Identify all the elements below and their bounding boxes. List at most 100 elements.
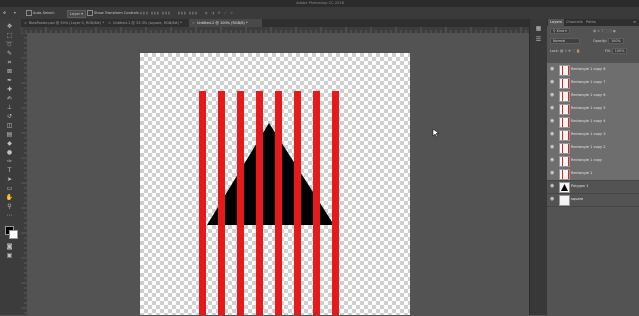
path-selection-tool-icon[interactable]: ➤ <box>5 176 14 183</box>
layer-row[interactable]: ◉ square <box>547 193 639 207</box>
layer-name: Rectangle 1 copy <box>571 158 603 162</box>
tools-panel: ✥ ⬚ ➰ ✎ ⌗ ⊠ ✒ ✚ ✍ ⊥ ↺ ◫ ▤ ◆ ● ✑ T ➤ ▭ ✋ … <box>0 19 22 315</box>
layer-row[interactable]: ◉ Rectangle 1 copy 8 <box>547 63 639 77</box>
red-stripe <box>275 91 282 315</box>
tab-paths[interactable]: Paths <box>584 19 598 26</box>
layer-row[interactable]: ◉ Rectangle 1 copy 2 <box>547 141 639 155</box>
collapsed-panels: ▦ ☰ <box>529 19 548 315</box>
thumbnail-stripes <box>562 144 569 153</box>
tab-channels[interactable]: Channels <box>564 19 585 26</box>
eraser-tool-icon[interactable]: ◫ <box>5 122 14 129</box>
close-icon[interactable]: × <box>108 21 111 25</box>
tab-untitled-1[interactable]: × Untitled-1 @ 33.3% (square, RGB/8#) * <box>105 19 188 27</box>
eye-icon[interactable]: ◉ <box>550 131 556 137</box>
history-brush-tool-icon[interactable]: ↺ <box>5 113 14 120</box>
gradient-tool-icon[interactable]: ▤ <box>5 131 14 138</box>
close-icon[interactable]: × <box>24 21 27 25</box>
mouse-cursor-icon <box>432 128 440 138</box>
history-icon[interactable]: ▦ <box>534 25 543 32</box>
eyedropper-tool-icon[interactable]: ✒ <box>5 77 14 84</box>
layer-row[interactable]: ◉ Rectangle 1 copy 4 <box>547 115 639 129</box>
fill-control[interactable]: Fill: 100% <box>605 48 628 54</box>
thumbnail-stripes <box>562 105 569 114</box>
panel-menu-icon[interactable]: ≡ <box>631 19 638 26</box>
layer-row[interactable]: ◉ Rectangle 1 copy 6 <box>547 89 639 103</box>
kind-label: Kind <box>556 29 565 33</box>
eye-icon[interactable]: ◉ <box>550 183 556 189</box>
properties-icon[interactable]: ☰ <box>534 36 543 43</box>
lasso-tool-icon[interactable]: ➰ <box>5 41 14 48</box>
quick-select-tool-icon[interactable]: ✎ <box>5 50 14 57</box>
eye-icon[interactable]: ◉ <box>550 118 556 124</box>
tab-label: BlobPoster.psd @ 50% (Layer 0, RGB/8#) * <box>28 21 105 25</box>
eye-icon[interactable]: ◉ <box>550 92 556 98</box>
layer-row[interactable]: ◉ Rectangle 1 <box>547 167 639 181</box>
layer-thumbnail <box>559 156 570 167</box>
layer-name: Rectangle 1 copy 6 <box>571 93 606 97</box>
auto-select-checkbox[interactable]: Auto-Select: <box>26 10 55 16</box>
quick-mask-icon[interactable]: ◙ <box>5 243 14 250</box>
app-title: Adobe Photoshop CC 2018 <box>296 1 344 5</box>
artwork <box>199 91 339 315</box>
filter-kind-dropdown[interactable]: ⚲ Kind ▾ <box>550 28 570 34</box>
tool-preset-chevron-icon[interactable]: ▾ <box>14 10 16 16</box>
fill-value[interactable]: 100% <box>611 48 628 54</box>
layer-thumbnail <box>559 182 570 193</box>
eye-icon[interactable]: ◉ <box>550 157 556 163</box>
layer-row[interactable]: ◉ Rectangle 1 copy 3 <box>547 128 639 142</box>
crop-tool-icon[interactable]: ⌗ <box>5 59 14 66</box>
layer-thumbnail <box>559 117 570 128</box>
brush-tool-icon[interactable]: ✍ <box>5 95 14 102</box>
type-tool-icon[interactable]: T <box>5 167 14 174</box>
layer-row[interactable]: ◉ Rectangle 1 copy 5 <box>547 102 639 116</box>
close-icon[interactable]: × <box>192 21 195 25</box>
pen-tool-icon[interactable]: ✑ <box>5 158 14 165</box>
frame-tool-icon[interactable]: ⊠ <box>5 68 14 75</box>
layer-row[interactable]: ◉ Rectangle 1 copy 7 <box>547 76 639 90</box>
healing-brush-tool-icon[interactable]: ✚ <box>5 86 14 93</box>
tab-layers[interactable]: Layers <box>548 19 564 26</box>
opacity-value[interactable]: 100% <box>608 38 624 44</box>
tab-label: Untitled-1 @ 33.3% (square, RGB/8#) * <box>112 21 182 25</box>
layer-row[interactable]: ◉ Rectangle 1 copy <box>547 154 639 168</box>
layer-name: Rectangle 1 copy 4 <box>571 119 606 123</box>
eye-icon[interactable]: ◉ <box>550 144 556 150</box>
eye-icon[interactable]: ◉ <box>550 66 556 72</box>
distribute-icons[interactable]: ▮▮▮ ▮▮▮ <box>178 10 198 16</box>
opacity-control[interactable]: Opacity: 100% <box>593 38 624 44</box>
more-tools-icon[interactable]: ⋯ <box>5 212 14 219</box>
shape-tool-icon[interactable]: ▭ <box>5 185 14 192</box>
screen-mode-icon[interactable]: ▣ <box>5 252 14 259</box>
hand-tool-icon[interactable]: ✋ <box>5 194 14 201</box>
lock-controls: Lock: ▩ ✎ ✥ ⬚ 🔒 <box>550 48 581 54</box>
blur-tool-icon[interactable]: ◆ <box>5 140 14 147</box>
move-tool-icon[interactable]: ✥ <box>5 23 14 30</box>
zoom-tool-icon[interactable]: ⚲ <box>5 203 14 210</box>
eye-icon[interactable]: ◉ <box>550 170 556 176</box>
thumbnail-stripes <box>562 157 569 166</box>
show-transform-checkbox[interactable]: Show Transform Controls <box>87 10 139 16</box>
tab-untitled-2[interactable]: × Untitled-2 @ 100% (RGB/8) * <box>189 19 262 27</box>
blend-mode-dropdown[interactable]: Normal <box>550 38 581 44</box>
layer-row[interactable]: ◉ Polygon 1 <box>547 180 639 194</box>
3d-mode-icons[interactable]: ◐ ◑ ✥ ⤢ ⇲ <box>205 10 234 16</box>
filter-icons[interactable]: ▣ ⊘ T ⬚ ▢ ● <box>593 28 616 34</box>
layer-thumbnail <box>559 169 570 180</box>
fill-label: Fill: <box>605 49 611 53</box>
tab-blobposter[interactable]: × BlobPoster.psd @ 50% (Layer 0, RGB/8#) … <box>21 19 104 27</box>
eye-icon[interactable]: ◉ <box>550 105 556 111</box>
workspace[interactable] <box>27 33 529 315</box>
clone-stamp-tool-icon[interactable]: ⊥ <box>5 104 14 111</box>
move-tool-icon[interactable]: ✥ <box>3 10 6 16</box>
auto-select-dropdown[interactable]: Layer ▾ <box>67 10 86 18</box>
document-canvas[interactable] <box>140 53 410 315</box>
eye-icon[interactable]: ◉ <box>550 196 556 202</box>
layer-name: Rectangle 1 copy 3 <box>571 132 606 136</box>
lock-icons[interactable]: ▩ ✎ ✥ ⬚ 🔒 <box>560 49 581 53</box>
align-icons[interactable]: ▮▮▮ ▮▮▮ ▮▮▮ <box>140 10 171 16</box>
dodge-tool-icon[interactable]: ● <box>5 149 14 156</box>
marquee-tool-icon[interactable]: ⬚ <box>5 32 14 39</box>
eye-icon[interactable]: ◉ <box>550 79 556 85</box>
layer-thumbnail <box>559 91 570 102</box>
background-color-swatch[interactable] <box>9 230 18 239</box>
